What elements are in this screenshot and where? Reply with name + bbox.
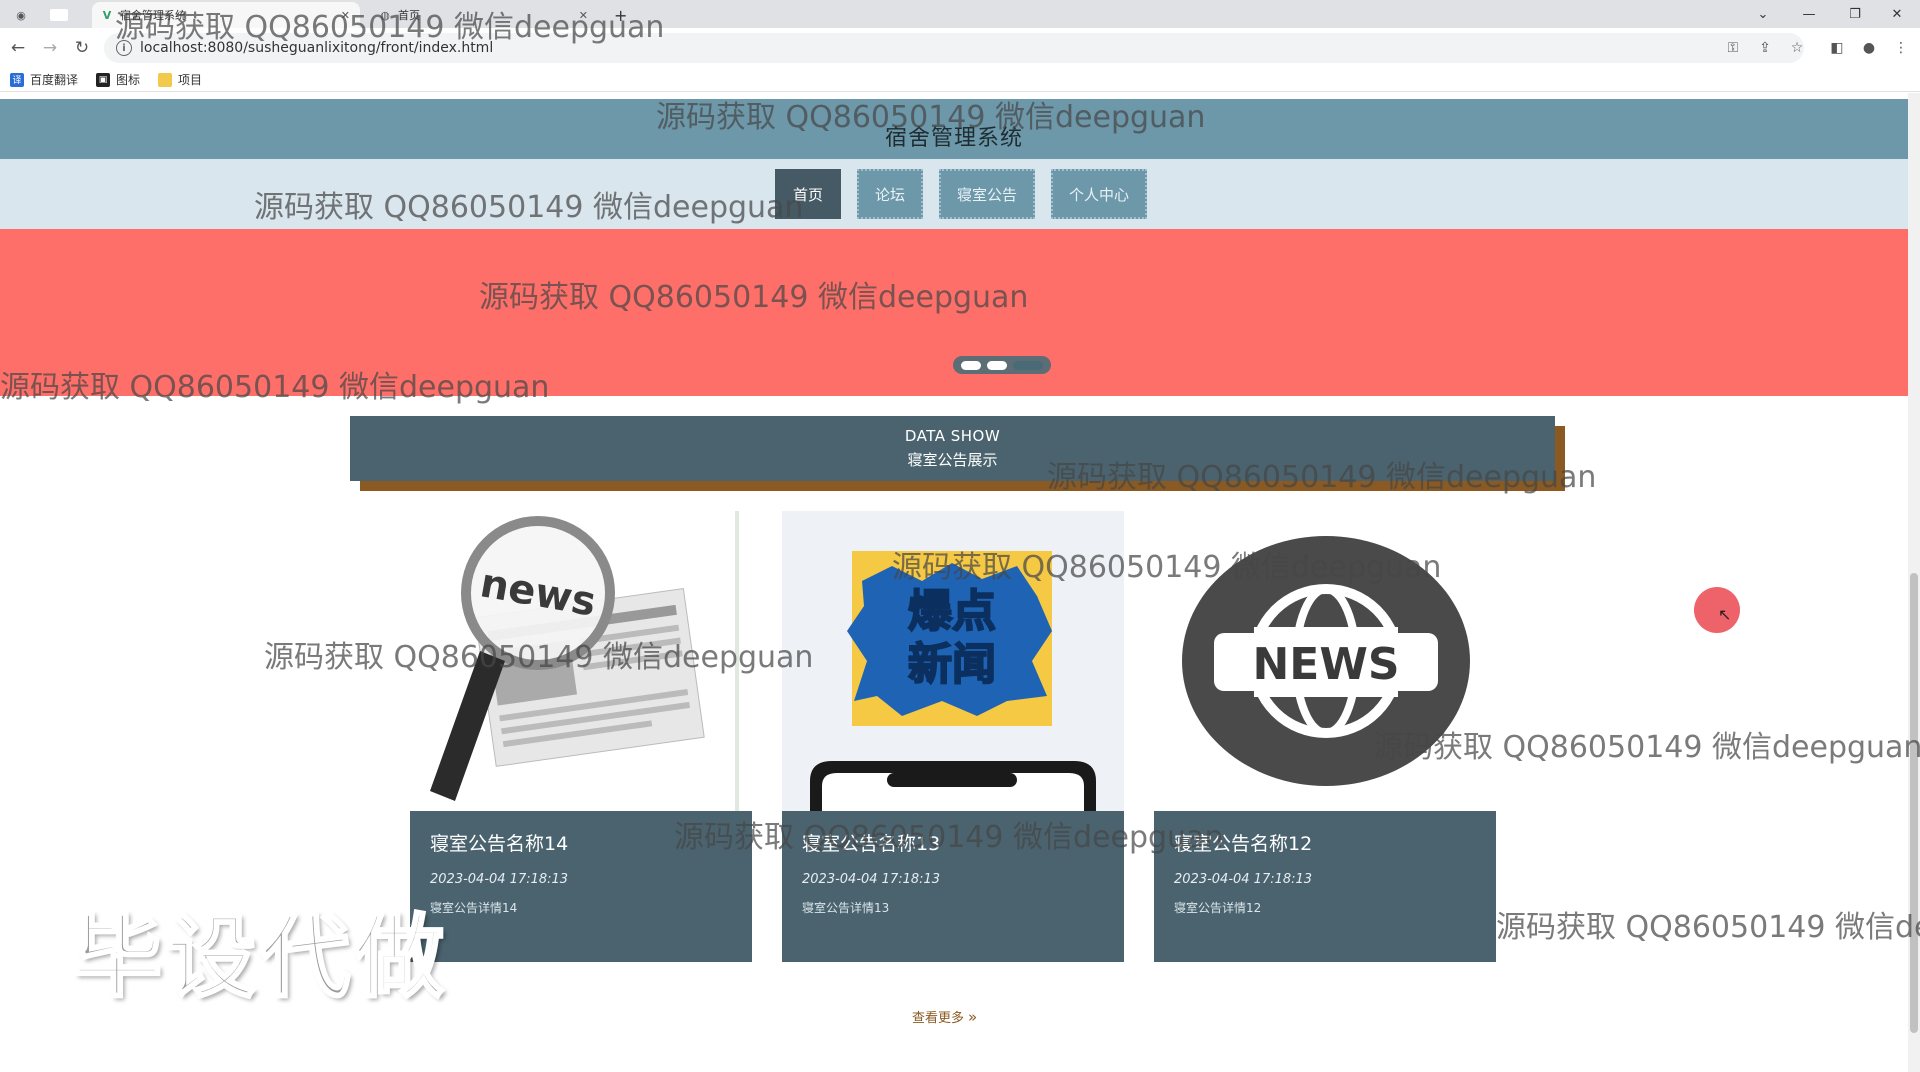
- browser-tab-strip: ◉ V 宿舍管理系统 ✕ ◍ 首页 ✕ + ⌄ — ❐ ✕: [0, 0, 1920, 28]
- back-icon[interactable]: ←: [6, 36, 30, 60]
- minimize-button[interactable]: —: [1786, 0, 1832, 28]
- card-time: 2023-04-04 17:18:13: [430, 872, 569, 887]
- site-header: 宿舍管理系统: [0, 99, 1908, 159]
- card-title[interactable]: 寝室公告名称12: [1174, 829, 1476, 856]
- card-info: 寝室公告名称13 2023-04-04 17:18:13 寝室公告详情13: [782, 811, 1124, 962]
- globe-icon: ◍: [380, 8, 390, 22]
- menu-icon[interactable]: ⋮: [1890, 37, 1912, 59]
- carousel-dot[interactable]: [987, 360, 1007, 370]
- card-title[interactable]: 寝室公告名称13: [802, 829, 1104, 856]
- key-icon[interactable]: ⚿: [1722, 37, 1744, 59]
- bookmark-projects[interactable]: 项目: [158, 71, 202, 88]
- tab-title: 首页: [398, 9, 420, 22]
- click-indicator: ↖: [1694, 587, 1740, 633]
- translate-icon: 译: [10, 72, 24, 87]
- card-detail: 寝室公告详情14: [430, 901, 518, 915]
- profile-icon[interactable]: ◉: [14, 2, 34, 28]
- site-info-icon[interactable]: i: [116, 40, 132, 56]
- double-chevron-right-icon: »: [968, 1007, 978, 1026]
- share-icon[interactable]: ⇪: [1754, 37, 1776, 59]
- folder-icon: [158, 72, 173, 87]
- promo-stamp: 毕设代做: [71, 904, 448, 1012]
- bookmark-icons[interactable]: ▣ 图标: [96, 71, 140, 88]
- image-icon: ▣: [96, 72, 111, 87]
- section-header: DATA SHOW 寝室公告展示: [350, 416, 1565, 491]
- nav-home[interactable]: 首页: [775, 169, 842, 219]
- reload-icon[interactable]: ↻: [70, 36, 94, 60]
- section-title-cn: 寝室公告展示: [907, 451, 998, 469]
- address-bar-row: ← → ↻ i localhost:8080/susheguanlixitong…: [0, 28, 1920, 68]
- carousel-dot[interactable]: [961, 360, 981, 370]
- bookmark-label: 项目: [178, 73, 203, 87]
- bookmark-label: 图标: [116, 73, 141, 87]
- card-detail: 寝室公告详情13: [802, 901, 890, 915]
- card-info: 寝室公告名称14 2023-04-04 17:18:13 寝室公告详情14: [410, 811, 752, 962]
- notice-card[interactable]: news 寝室公告名称14 2023-04-04 17:18:13 寝室公告详情…: [410, 511, 752, 962]
- banner-carousel[interactable]: [0, 229, 1908, 396]
- nav-forum[interactable]: 论坛: [857, 169, 924, 219]
- url-input[interactable]: i localhost:8080/susheguanlixitong/front…: [104, 33, 1804, 63]
- notice-card[interactable]: NEWS 寝室公告名称12 2023-04-04 17:18:13 寝室公告详情…: [1154, 511, 1496, 962]
- carousel-dot-active[interactable]: [1013, 360, 1043, 370]
- close-tab-icon[interactable]: ✕: [579, 9, 588, 22]
- url-text: localhost:8080/susheguanlixitong/front/i…: [140, 40, 494, 56]
- carousel-indicators: [953, 356, 1051, 374]
- page-scrollbar[interactable]: [1908, 93, 1920, 1072]
- account-icon[interactable]: ●: [1858, 37, 1880, 59]
- tab-home[interactable]: ◍ 首页 ✕: [370, 2, 598, 28]
- main-nav: 首页 论坛 寝室公告 个人中心: [0, 159, 1908, 229]
- new-tab-button[interactable]: +: [614, 2, 627, 28]
- bookmarks-bar: 译 百度翻译 ▣ 图标 项目: [0, 68, 1920, 92]
- bookmark-baidu-translate[interactable]: 译 百度翻译: [10, 71, 78, 88]
- tab-title: 宿舍管理系统: [120, 9, 186, 22]
- card-info: 寝室公告名称12 2023-04-04 17:18:13 寝室公告详情12: [1154, 811, 1496, 962]
- nav-profile[interactable]: 个人中心: [1051, 169, 1148, 219]
- view-more-label: 查看更多: [912, 1011, 965, 1026]
- breaking-word-2: 新闻: [908, 639, 996, 690]
- bookmark-label: 百度翻译: [30, 73, 79, 87]
- forward-icon[interactable]: →: [38, 36, 62, 60]
- news-globe-word: NEWS: [1252, 639, 1399, 690]
- tab-dormitory-system[interactable]: V 宿舍管理系统 ✕: [92, 2, 360, 28]
- restore-button[interactable]: ❐: [1832, 0, 1878, 28]
- card-title[interactable]: 寝室公告名称14: [430, 829, 732, 856]
- news-magnifier-image: news: [410, 511, 752, 811]
- side-panel-icon[interactable]: ◧: [1826, 37, 1848, 59]
- notice-card[interactable]: 爆点 新闻 寝室公告名称13 2023-04-04 17:18:13 寝室公告详…: [782, 511, 1124, 962]
- card-time: 2023-04-04 17:18:13: [802, 872, 941, 887]
- card-time: 2023-04-04 17:18:13: [1174, 872, 1313, 887]
- tab-search-icon[interactable]: ⌄: [1740, 0, 1786, 28]
- tab-placeholder[interactable]: [50, 2, 74, 28]
- vue-icon: V: [102, 8, 112, 22]
- section-title-en: DATA SHOW: [904, 427, 1001, 445]
- site-title: 宿舍管理系统: [884, 126, 1023, 151]
- news-globe-image: NEWS: [1154, 511, 1496, 811]
- close-window-button[interactable]: ✕: [1874, 0, 1920, 28]
- mouse-cursor-icon: ↖: [1718, 605, 1732, 624]
- scrollbar-thumb[interactable]: [1910, 573, 1918, 1033]
- bookmark-star-icon[interactable]: ☆: [1786, 37, 1808, 59]
- section-header-box: DATA SHOW 寝室公告展示: [350, 416, 1555, 481]
- breaking-news-phone-image: 爆点 新闻: [782, 511, 1124, 811]
- close-tab-icon[interactable]: ✕: [341, 9, 350, 22]
- card-detail: 寝室公告详情12: [1174, 901, 1262, 915]
- nav-notices[interactable]: 寝室公告: [939, 169, 1036, 219]
- view-more-link[interactable]: 查看更多 »: [912, 1007, 978, 1027]
- breaking-word-1: 爆点: [908, 586, 996, 637]
